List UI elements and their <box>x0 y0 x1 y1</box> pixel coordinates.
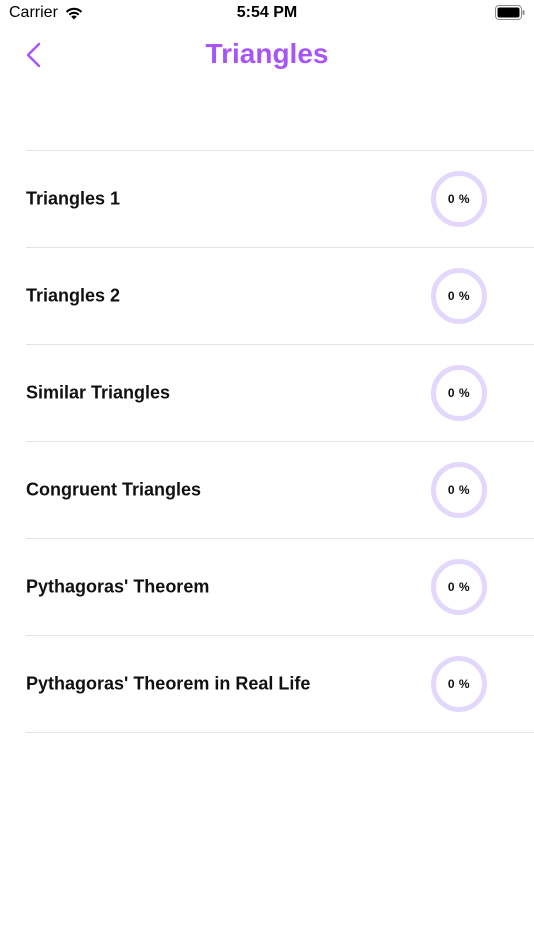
navigation-bar: Triangles <box>0 28 534 84</box>
lesson-title: Pythagoras' Theorem in Real Life <box>26 673 311 694</box>
progress-percentage: 0 % <box>447 677 471 691</box>
lesson-row[interactable]: Triangles 1 0 % <box>26 151 534 248</box>
lesson-title: Triangles 2 <box>26 285 121 306</box>
progress-ring: 0 % <box>431 365 487 421</box>
progress-ring: 0 % <box>431 462 487 518</box>
lesson-row[interactable]: Triangles 2 0 % <box>26 248 534 345</box>
page-title: Triangles <box>205 38 329 69</box>
progress-percentage: 0 % <box>447 192 471 206</box>
lesson-row[interactable]: Pythagoras' Theorem in Real Life 0 % <box>26 636 534 733</box>
status-bar: Carrier 5:54 PM <box>0 0 534 28</box>
progress-ring: 0 % <box>431 559 487 615</box>
progress-percentage: 0 % <box>447 483 471 497</box>
progress-percentage: 0 % <box>447 289 471 303</box>
progress-ring: 0 % <box>431 171 487 227</box>
lesson-title: Triangles 1 <box>26 188 121 209</box>
lesson-title: Similar Triangles <box>26 382 171 403</box>
lesson-list: Triangles 10 % Triangles 20 % Similar Tria… <box>26 150 534 733</box>
progress-percentage: 0 % <box>447 386 471 400</box>
progress-percentage: 0 % <box>447 580 471 594</box>
battery-icon <box>495 5 525 20</box>
lesson-title: Congruent Triangles <box>26 479 202 500</box>
lesson-row[interactable]: Pythagoras' Theorem 0 % <box>26 539 534 636</box>
lesson-title: Pythagoras' Theorem <box>26 576 210 597</box>
lesson-row[interactable]: Congruent Triangles 0 % <box>26 442 534 539</box>
progress-ring: 0 % <box>431 268 487 324</box>
lesson-row[interactable]: Similar Triangles 0 % <box>26 345 534 442</box>
progress-ring: 0 % <box>431 656 487 712</box>
clock: 5:54 PM <box>236 4 298 21</box>
